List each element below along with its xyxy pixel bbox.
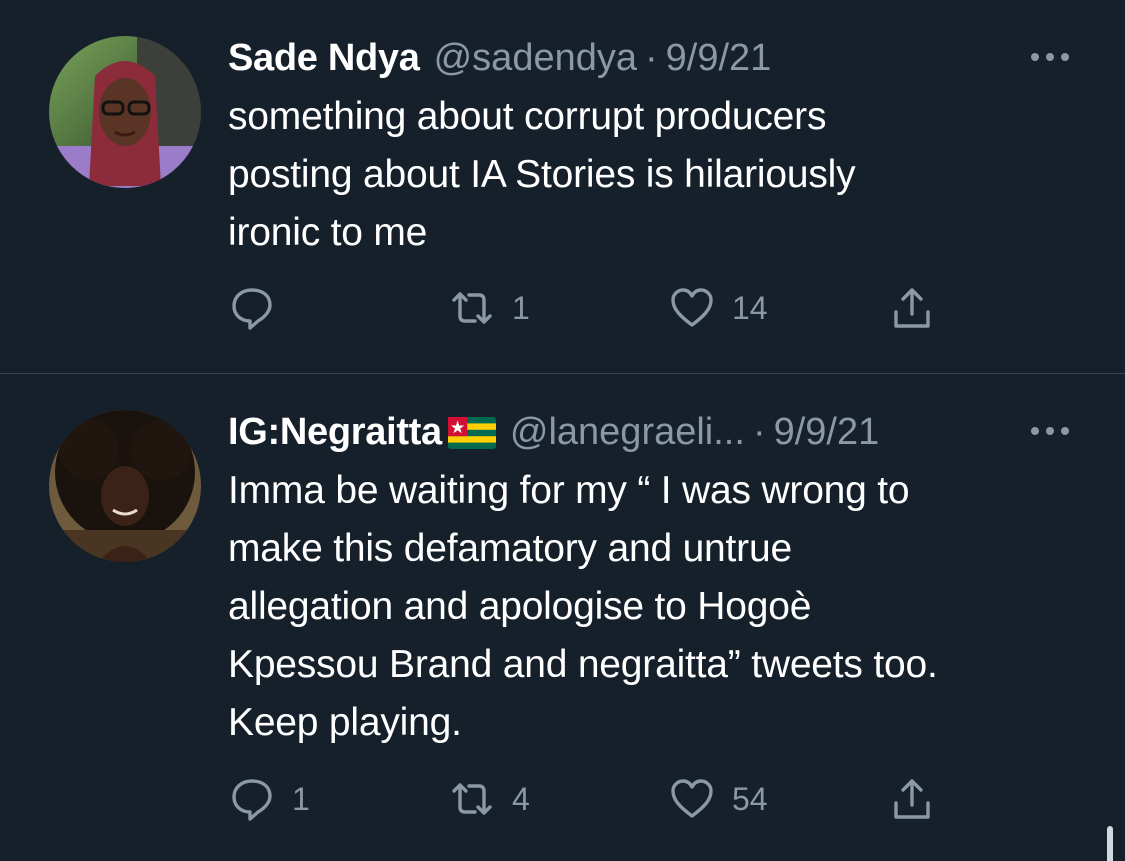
tweet-date[interactable]: 9/9/21 [774, 411, 880, 454]
separator: · [752, 410, 766, 453]
reply-icon [232, 288, 272, 330]
share-button[interactable] [888, 283, 936, 333]
separator: · [645, 36, 658, 79]
like-count: 54 [732, 780, 768, 817]
reply-count: 1 [292, 780, 310, 817]
more-icon[interactable] [1029, 50, 1071, 64]
reply-button[interactable] [228, 283, 292, 333]
retweet-button[interactable]: 1 [448, 283, 530, 333]
avatar[interactable] [49, 410, 201, 562]
author-name[interactable]: Sade Ndya [228, 37, 420, 80]
tweet[interactable]: Sade Ndya @sadendya · 9/9/21 something a… [0, 0, 1125, 374]
tweet-header: Sade Ndya @sadendya · 9/9/21 [228, 33, 771, 83]
tweet-actions: 1 14 [228, 283, 948, 333]
tweet[interactable]: IG:Negraitta @lanegraeli... · 9/9/21 Imm… [0, 374, 1125, 861]
like-count: 14 [732, 289, 768, 326]
togo-flag-icon [447, 416, 496, 449]
tweet-text: Imma be waiting for my “ I was wrong to … [228, 469, 938, 744]
share-button[interactable] [888, 774, 936, 824]
avatar[interactable] [49, 36, 201, 188]
scrollbar-thumb[interactable] [1107, 826, 1113, 861]
author-handle[interactable]: @lanegraeli... [510, 411, 745, 454]
tweet-text: something about corrupt producers postin… [228, 95, 856, 254]
tweet-header: IG:Negraitta @lanegraeli... · 9/9/21 [228, 407, 879, 457]
share-icon [894, 779, 930, 819]
reply-icon [232, 779, 272, 821]
retweet-button[interactable]: 4 [448, 774, 530, 824]
like-button[interactable]: 54 [668, 774, 768, 824]
share-icon [894, 288, 930, 328]
retweet-icon [452, 292, 492, 324]
tweet-date[interactable]: 9/9/21 [666, 37, 772, 80]
more-icon[interactable] [1029, 424, 1071, 438]
author-name[interactable]: IG:Negraitta [228, 411, 442, 454]
tweet-actions: 1 4 54 [228, 774, 948, 824]
heart-icon [671, 288, 713, 327]
retweet-count: 4 [512, 780, 530, 817]
reply-button[interactable]: 1 [228, 774, 310, 824]
heart-icon [671, 779, 713, 818]
retweet-count: 1 [512, 289, 530, 326]
retweet-icon [452, 783, 492, 815]
author-handle[interactable]: @sadendya [434, 37, 637, 80]
like-button[interactable]: 14 [668, 283, 768, 333]
